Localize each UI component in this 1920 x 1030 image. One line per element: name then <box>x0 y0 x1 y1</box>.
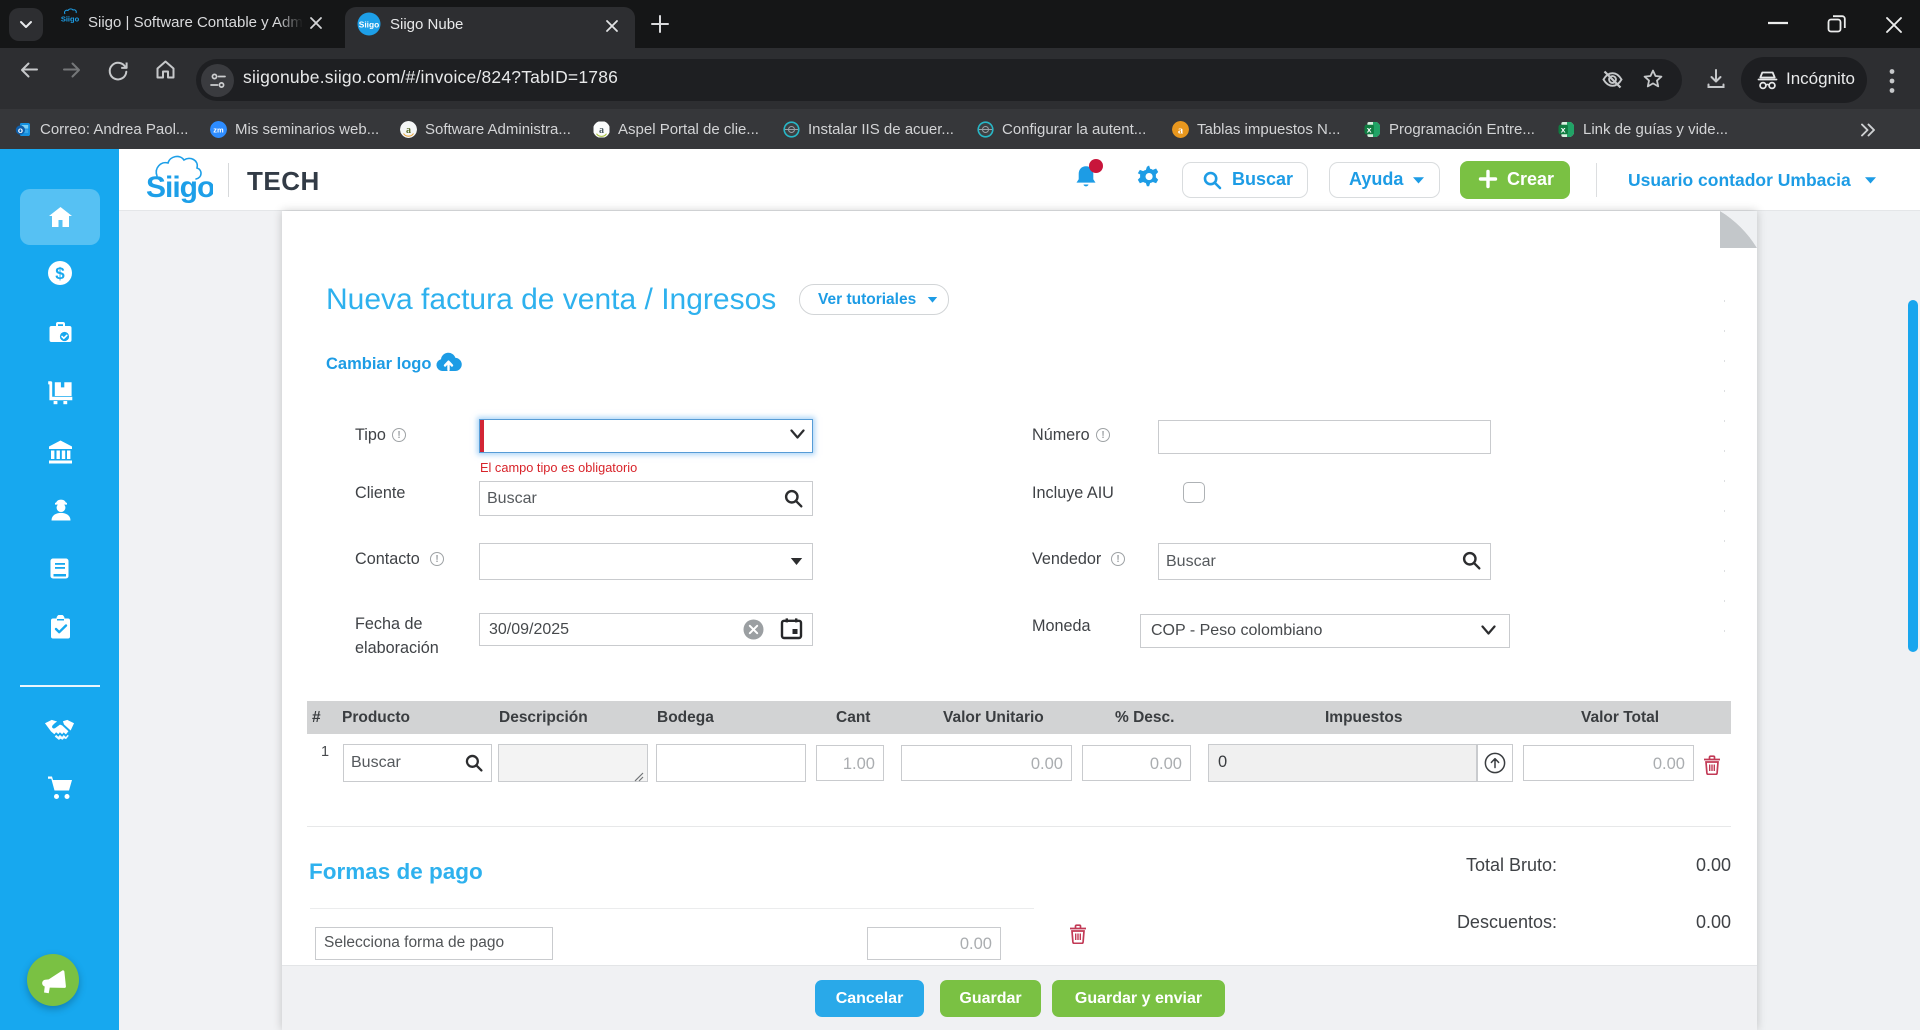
svg-text:zm: zm <box>213 125 224 134</box>
svg-text:$: $ <box>55 264 65 283</box>
svg-text:a: a <box>599 125 604 136</box>
svg-text:a: a <box>1178 125 1184 136</box>
svg-text:a: a <box>406 125 411 136</box>
svg-text:Siigo: Siigo <box>359 20 379 30</box>
svg-text:x: x <box>1367 124 1372 134</box>
svg-text:Siigo: Siigo <box>61 15 79 24</box>
svg-text:o: o <box>18 125 23 135</box>
svg-text:x: x <box>1561 124 1566 134</box>
svg-text:Siigo: Siigo <box>146 171 213 204</box>
